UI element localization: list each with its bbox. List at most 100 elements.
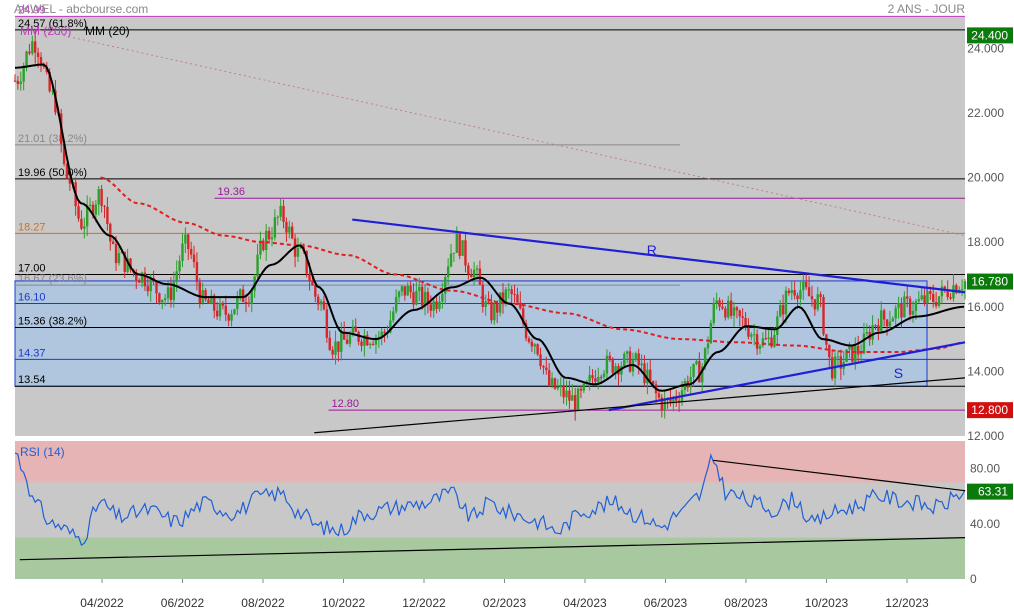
candle-body — [406, 285, 409, 296]
candle-body — [813, 299, 817, 310]
candle-body — [874, 325, 877, 327]
candle-body — [418, 286, 421, 291]
candle-body — [888, 321, 892, 327]
candle-body — [311, 281, 314, 286]
candle-body — [166, 287, 170, 299]
candle-body — [455, 233, 458, 253]
level-label-11: 13.54 — [18, 374, 46, 386]
candle-body — [773, 334, 776, 347]
candle-body — [649, 369, 652, 381]
candle-body — [25, 51, 28, 66]
candle-body — [908, 298, 912, 315]
candle-body — [109, 223, 112, 242]
candle-body — [83, 226, 86, 229]
candle-body — [937, 296, 941, 306]
candle-body — [368, 343, 372, 346]
candle-body — [721, 306, 724, 309]
candle-body — [862, 333, 866, 354]
x-tick-label: 12/2023 — [885, 596, 929, 610]
level-label-3: 19.96 (50.0%) — [18, 167, 87, 179]
candle-body — [175, 271, 178, 282]
candle-body — [97, 189, 100, 205]
candle-body — [449, 253, 453, 267]
candle-body — [562, 385, 565, 398]
candle-body — [695, 361, 698, 364]
candle-body — [146, 286, 150, 292]
candle-body — [36, 52, 40, 57]
candle-body — [16, 80, 20, 84]
candle-body — [799, 290, 802, 300]
candle-body — [348, 334, 352, 344]
level-label-9: 15.36 (38.2%) — [18, 315, 87, 327]
candle-body — [767, 337, 770, 340]
candle-body — [470, 274, 473, 278]
candle-body — [764, 338, 767, 340]
candle-body — [698, 361, 701, 383]
candle-body — [804, 281, 808, 288]
candle-body — [392, 311, 395, 321]
level-label-4: 19.36 — [218, 186, 246, 198]
level-label-7: 16.67 (23.6%) — [18, 273, 87, 285]
price-tick-label: 22.000 — [967, 106, 1004, 120]
candle-body — [490, 301, 493, 321]
candle-body — [360, 341, 363, 346]
candle-body — [536, 344, 539, 355]
candle-body — [559, 385, 562, 387]
candle-body — [634, 353, 638, 360]
candle-body — [753, 334, 756, 336]
candle-body — [334, 341, 337, 355]
last-price-marker: 16.780 — [971, 275, 1008, 289]
candle-body — [960, 288, 964, 290]
candle-body — [527, 338, 531, 342]
candle-body — [504, 289, 508, 303]
candle-body — [605, 355, 609, 374]
candle-body — [458, 233, 461, 256]
candle-body — [80, 218, 83, 229]
candle-body — [452, 252, 456, 254]
candle-body — [461, 240, 464, 256]
candle-body — [420, 286, 424, 306]
candle-body — [415, 290, 418, 305]
candle-body — [608, 355, 612, 359]
candle-body — [602, 373, 606, 378]
candle-body — [337, 341, 340, 352]
candle-body — [900, 303, 903, 318]
candle-body — [345, 339, 349, 344]
annotation-r: R — [647, 242, 657, 258]
candle-body — [802, 281, 805, 291]
rsi-tick-label: 40.00 — [970, 517, 1000, 531]
candle-body — [475, 268, 479, 270]
candle-body — [715, 300, 718, 304]
candle-body — [478, 268, 482, 285]
candle-body — [880, 310, 883, 331]
candle-body — [282, 205, 285, 222]
candle-body — [267, 230, 271, 240]
candle-body — [291, 226, 294, 239]
candle-body — [877, 325, 880, 331]
candle-body — [856, 345, 860, 355]
price-tick-label: 18.000 — [967, 235, 1004, 249]
x-tick-label: 06/2023 — [644, 596, 688, 610]
candle-body — [444, 277, 447, 294]
candle-body — [790, 290, 793, 294]
candle-body — [859, 353, 863, 355]
candle-body — [625, 351, 629, 354]
candle-body — [611, 358, 614, 373]
candle-body — [579, 388, 583, 391]
x-tick-label: 10/2023 — [805, 596, 849, 610]
candle-body — [94, 204, 98, 215]
candle-body — [949, 296, 952, 299]
candle-body — [781, 304, 785, 315]
candle-body — [13, 80, 17, 82]
candle-body — [366, 335, 369, 346]
candle-body — [513, 294, 516, 296]
candle-body — [903, 296, 906, 318]
candle-body — [446, 266, 450, 278]
candle-body — [276, 216, 279, 218]
candle-body — [718, 300, 721, 307]
price-tick-label: 16.000 — [967, 300, 1004, 314]
level-label-10: 14.37 — [18, 347, 46, 359]
candle-body — [810, 296, 814, 300]
candle-body — [568, 390, 571, 401]
rsi-title: RSI (14) — [20, 445, 65, 459]
